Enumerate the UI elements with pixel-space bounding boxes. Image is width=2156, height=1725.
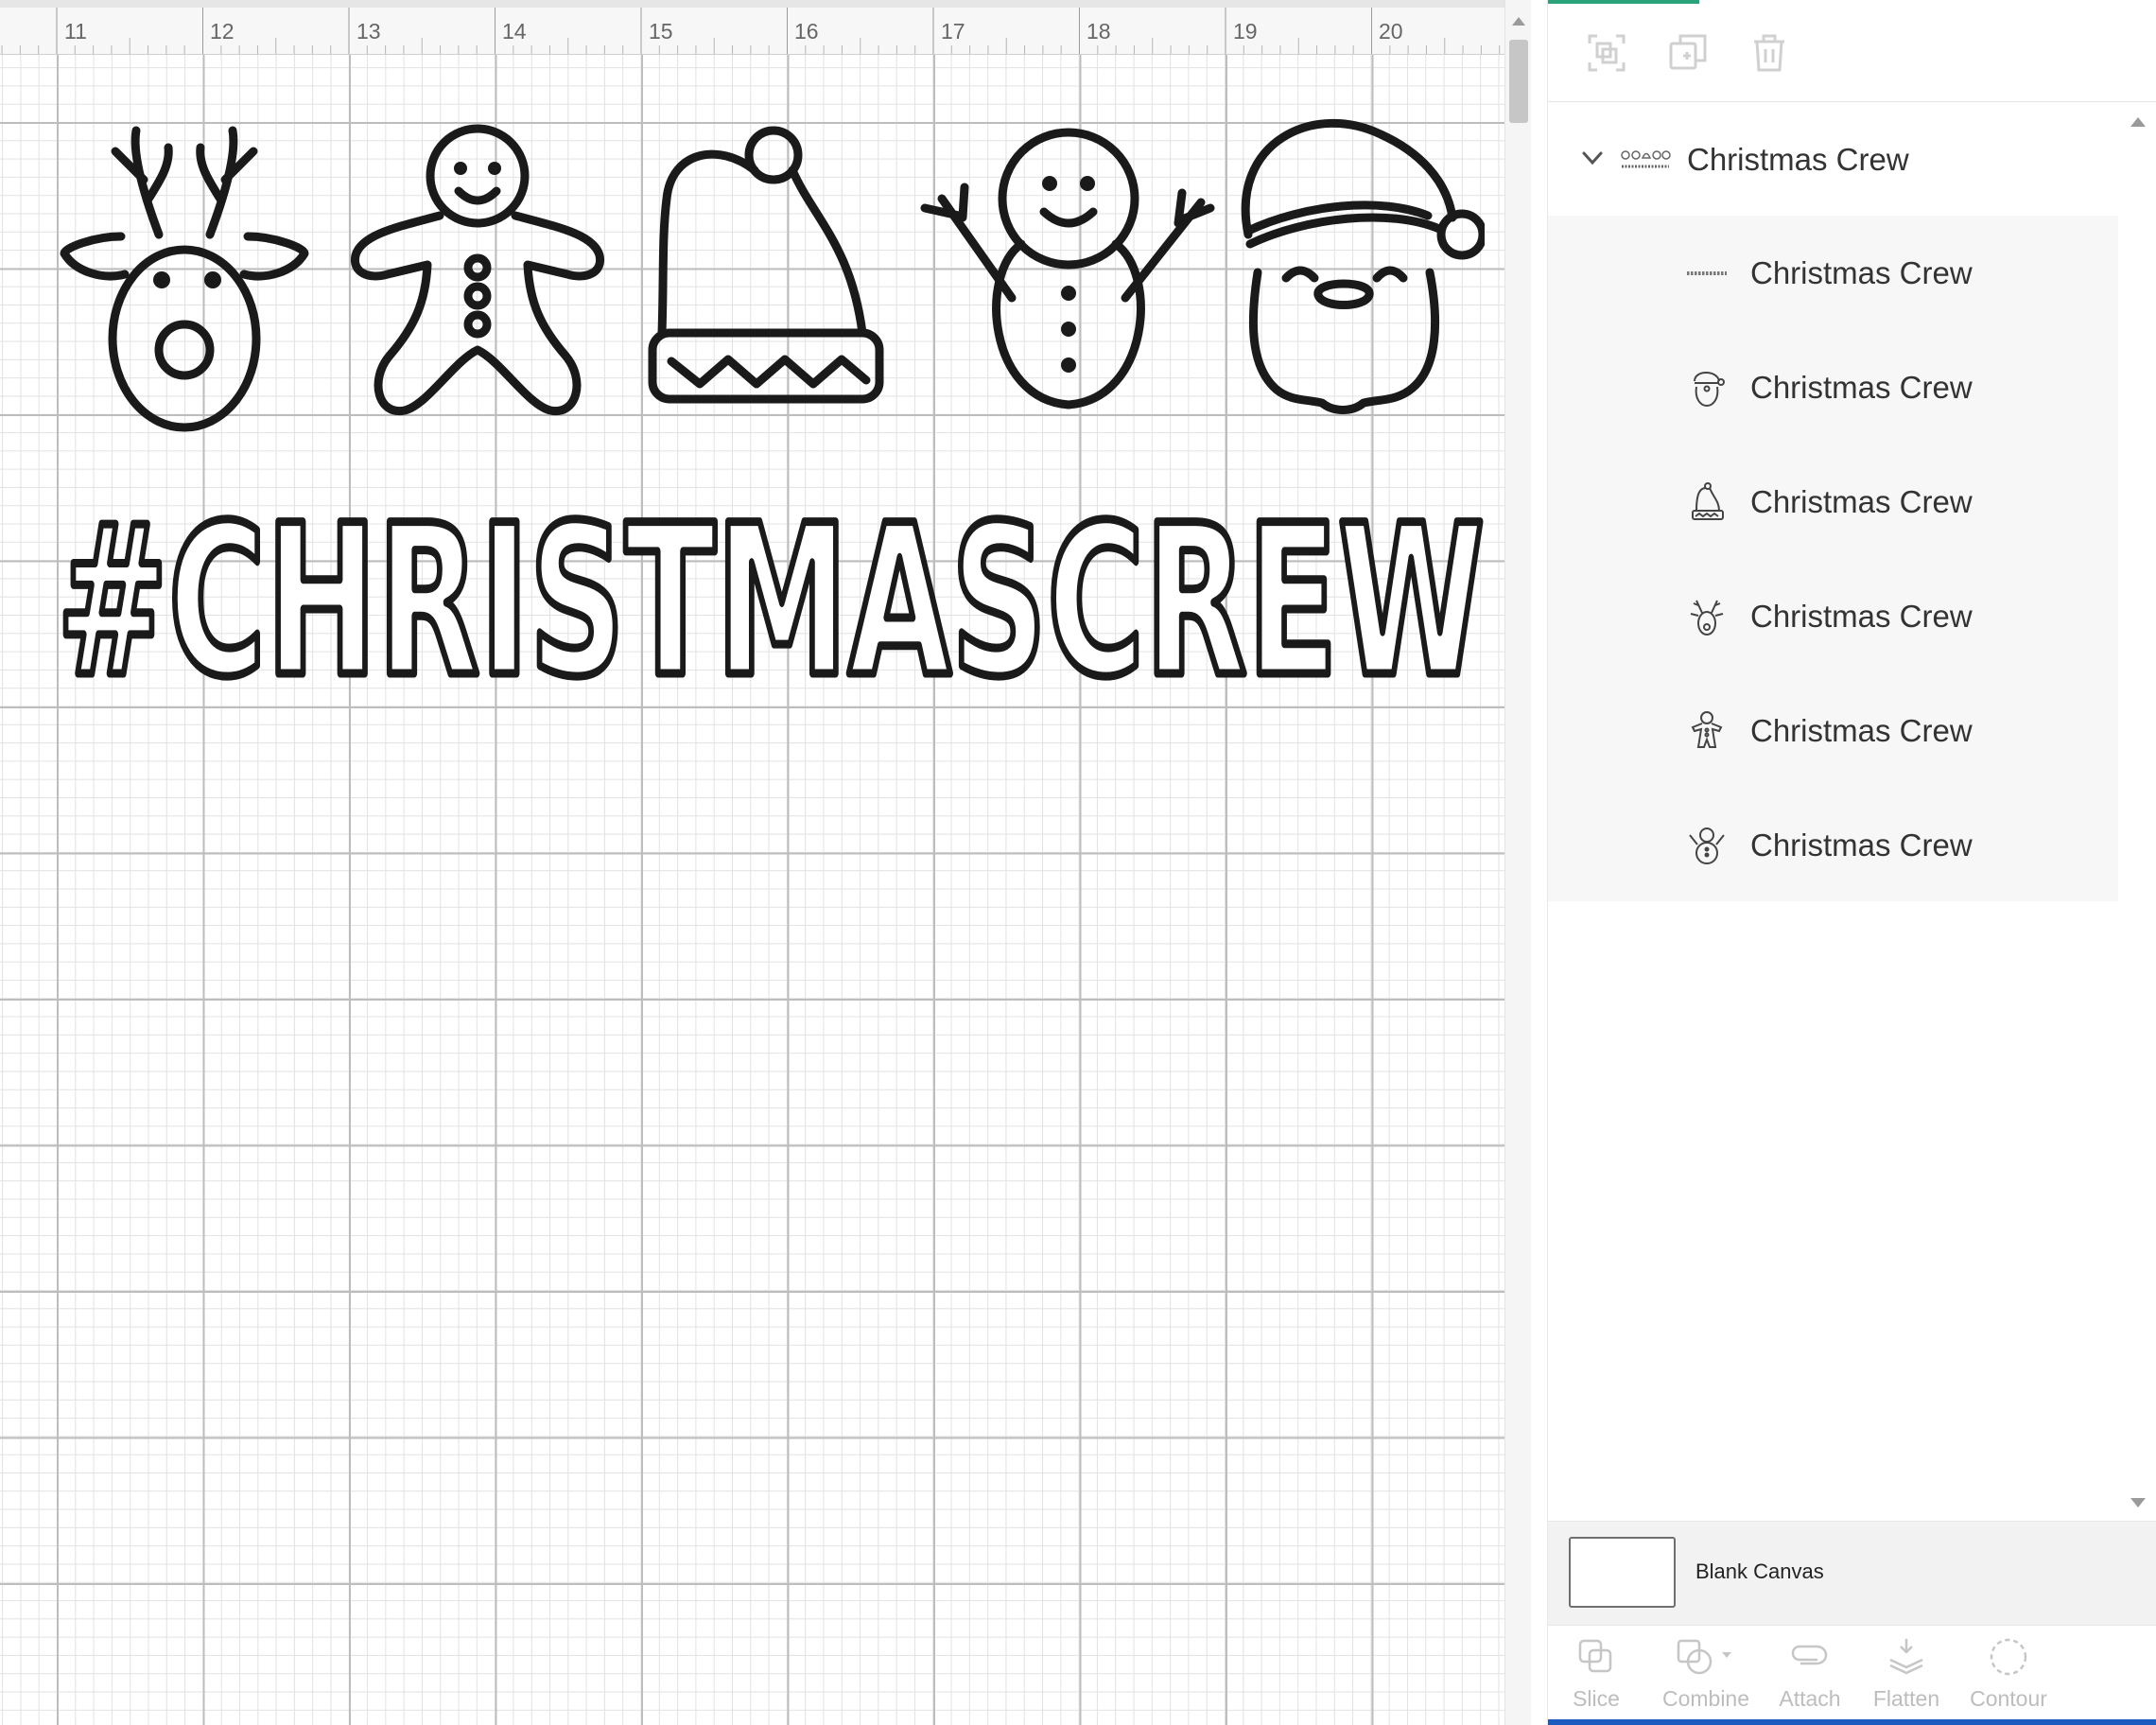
group-thumbnail — [1621, 150, 1671, 168]
layer-row[interactable]: Christmas Crew — [1548, 673, 2118, 787]
layer-row[interactable]: Christmas Crew — [1548, 559, 2118, 672]
christmas-crew-design[interactable]: #CHRISTMASCREW — [57, 113, 1485, 700]
duplicate-icon[interactable] — [1665, 30, 1711, 76]
canvas-vertical-scrollbar[interactable] — [1504, 0, 1531, 1725]
contour-icon — [1990, 1638, 2027, 1676]
layer-label: Christmas Crew — [1750, 713, 1973, 748]
layer-label: Christmas Crew — [1750, 255, 1973, 290]
layer-label: Christmas Crew — [1750, 828, 1973, 862]
flatten-button[interactable]: Flatten — [1854, 1635, 1958, 1720]
slice-icon — [1578, 1639, 1612, 1673]
canvas-color-swatch[interactable] — [1569, 1537, 1676, 1608]
canvas-label: Blank Canvas — [1695, 1559, 1824, 1583]
group-icon[interactable] — [1584, 30, 1629, 76]
ruler-label: 18 — [1087, 19, 1111, 44]
layers-list: Christmas Crew Christmas Crew Christmas … — [1548, 102, 2118, 1521]
combine-icon — [1677, 1639, 1731, 1675]
text-thumb-icon — [1687, 271, 1727, 275]
attach-paperclip-icon — [1791, 1645, 1828, 1665]
santa-face-icon[interactable] — [1241, 118, 1485, 414]
ruler-label: 15 — [649, 19, 673, 44]
slice-button[interactable]: Slice — [1544, 1635, 1648, 1720]
scroll-up-arrow-icon[interactable] — [1512, 17, 1525, 26]
layer-row[interactable]: Christmas Crew — [1548, 444, 2118, 558]
panel-divider — [1531, 0, 1548, 1725]
ruler-label: 11 — [64, 19, 87, 44]
layer-label: Christmas Crew — [1750, 370, 1973, 405]
layer-row[interactable]: Christmas Crew — [1548, 330, 2118, 444]
layers-panel: Christmas Crew Christmas Crew Christmas … — [1548, 0, 2156, 1725]
layers-scrollbar[interactable] — [2118, 102, 2156, 1521]
santa-face-thumb-icon — [1694, 372, 1725, 408]
ruler-label: 16 — [794, 19, 819, 44]
santa-hat-icon[interactable] — [648, 126, 884, 404]
ruler-label: 12 — [210, 19, 235, 44]
santa-hat-thumb-icon — [1692, 482, 1724, 520]
scroll-down-arrow-icon[interactable] — [2130, 1498, 2146, 1507]
ruler-label: 20 — [1379, 19, 1403, 44]
combine-button[interactable]: Combine — [1644, 1635, 1767, 1720]
layer-row[interactable]: Christmas Crew — [1548, 788, 2118, 901]
trash-icon[interactable] — [1747, 30, 1792, 76]
attach-label: Attach — [1779, 1686, 1841, 1711]
ruler-label: 17 — [941, 19, 965, 44]
layers-toolbar — [1548, 4, 2156, 102]
ruler-label: 14 — [502, 19, 527, 44]
snowman-thumb-icon — [1689, 828, 1725, 864]
ruler-label: 19 — [1233, 19, 1258, 44]
flatten-icon — [1889, 1639, 1923, 1675]
snowman-icon[interactable] — [920, 128, 1215, 409]
reindeer-icon[interactable] — [60, 126, 309, 432]
bottom-accent-bar — [1548, 1719, 2156, 1725]
design-text[interactable]: #CHRISTMASCREW — [57, 477, 1485, 701]
contour-button[interactable]: Contour — [1956, 1635, 2060, 1720]
chevron-down-icon[interactable] — [1578, 144, 1607, 172]
horizontal-ruler: 11 12 13 14 15 16 17 18 19 20 — [0, 0, 1504, 55]
blank-canvas-row[interactable]: Blank Canvas — [1548, 1521, 2156, 1625]
ruler-label: 13 — [356, 19, 381, 44]
flatten-label: Flatten — [1872, 1686, 1940, 1711]
gingerbread-man-icon[interactable] — [351, 124, 604, 416]
reindeer-thumb-icon — [1690, 600, 1724, 636]
slice-label: Slice — [1573, 1686, 1620, 1711]
layer-group-row[interactable]: Christmas Crew — [1548, 102, 2118, 216]
gingerbread-thumb-icon — [1691, 711, 1723, 748]
layer-children: Christmas Crew Christmas Crew Christmas … — [1548, 216, 2118, 901]
design-canvas[interactable]: 11 12 13 14 15 16 17 18 19 20 #CHRISTMAS… — [0, 0, 1504, 1725]
scrollbar-thumb[interactable] — [1509, 40, 1528, 123]
layer-group-label: Christmas Crew — [1687, 142, 1909, 177]
layer-row[interactable]: Christmas Crew — [1548, 216, 2118, 329]
combine-label: Combine — [1661, 1686, 1750, 1711]
layer-actions-bar: Slice Combine Attach Flatten Contour — [1548, 1625, 2156, 1725]
layer-label: Christmas Crew — [1750, 599, 1973, 634]
scroll-up-arrow-icon[interactable] — [2130, 117, 2146, 127]
contour-label: Contour — [1970, 1686, 2047, 1711]
attach-button[interactable]: Attach — [1758, 1635, 1862, 1720]
layer-label: Christmas Crew — [1750, 484, 1973, 519]
